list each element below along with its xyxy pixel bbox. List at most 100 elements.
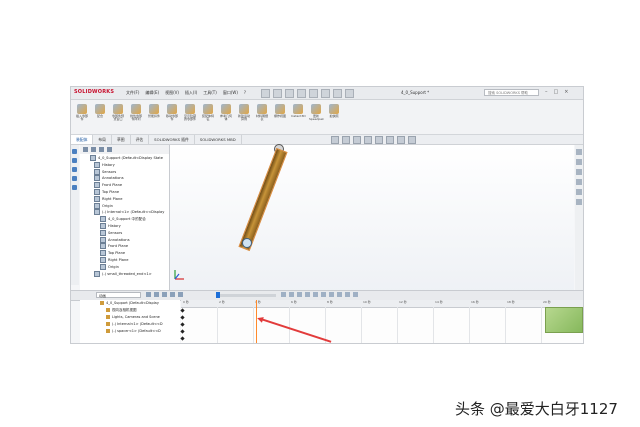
dim-xpert-icon[interactable] — [72, 176, 77, 181]
ribbon-button[interactable]: 更新Speedpak — [309, 104, 324, 122]
property-manager-icon[interactable] — [72, 158, 77, 163]
tab-addins[interactable]: SOLIDWORKS 插件 — [149, 135, 195, 144]
configuration-manager-icon[interactable] — [72, 167, 77, 172]
tab-mbd[interactable]: SOLIDWORKS MBD — [195, 135, 242, 144]
view-palette-icon[interactable] — [576, 179, 582, 185]
tree-item[interactable]: (-) Internal<1> (Default<<Display — [80, 209, 169, 216]
help-search-input[interactable]: 搜索 SOLIDWORKS 帮助 — [484, 89, 539, 96]
gravity-icon[interactable] — [337, 292, 342, 297]
solidworks-resources-icon[interactable] — [576, 149, 582, 155]
tree-item[interactable]: Origin — [80, 202, 169, 210]
zoom-to-fit-icon[interactable] — [331, 136, 339, 144]
ribbon-button[interactable]: 线性零部件阵列 — [129, 104, 143, 122]
appearance-icon[interactable] — [408, 136, 416, 144]
property-tab-icon[interactable] — [91, 147, 96, 152]
tab-evaluate[interactable]: 评估 — [131, 135, 150, 144]
tree-item-root[interactable]: 4_0_Support (Default<Display State — [80, 155, 169, 162]
menu-view[interactable]: 视图(V) — [165, 90, 179, 96]
file-explorer-icon[interactable] — [576, 169, 582, 175]
keyframe-marker[interactable] — [180, 308, 185, 313]
motion-tree-item[interactable]: (-) Internal<1> (Default<<D — [80, 321, 180, 328]
ribbon-button[interactable]: 配合 — [93, 104, 107, 118]
ribbon-button[interactable]: 插入零部件 — [75, 104, 89, 122]
custom-properties-icon[interactable] — [576, 199, 582, 205]
ribbon-button[interactable]: 拍快照 — [327, 104, 341, 118]
results-icon[interactable] — [345, 292, 350, 297]
feature-manager-icon[interactable] — [72, 149, 77, 154]
hide-show-icon[interactable] — [397, 136, 405, 144]
tab-layout[interactable]: 布局 — [93, 135, 112, 144]
save-animation-icon[interactable] — [281, 292, 286, 297]
keyframe-marker[interactable] — [180, 315, 185, 320]
ribbon-button[interactable]: 参考几何体 — [219, 104, 233, 122]
menu-tools[interactable]: 工具(T) — [203, 90, 217, 96]
tree-item[interactable]: Sensors — [80, 229, 169, 237]
tree-tab-icon[interactable] — [83, 147, 88, 152]
tree-item[interactable]: History — [80, 161, 169, 169]
select-icon[interactable] — [321, 89, 330, 98]
ribbon-button[interactable]: 零部件预览窗口 — [111, 104, 125, 122]
tab-sketch[interactable]: 草图 — [112, 135, 131, 144]
menu-edit[interactable]: 编辑(E) — [145, 90, 159, 96]
print-icon[interactable] — [297, 89, 306, 98]
minimize-icon[interactable]: – — [545, 89, 548, 95]
graphics-area[interactable] — [170, 145, 574, 295]
display-manager-icon[interactable] — [72, 185, 77, 190]
tree-item[interactable]: Right Plane — [80, 195, 169, 203]
add-key-icon[interactable] — [305, 292, 310, 297]
stop-icon[interactable] — [170, 292, 175, 297]
motion-tree-item[interactable]: Lights, Cameras and Scene — [80, 314, 180, 321]
appearances-icon[interactable] — [576, 189, 582, 195]
undo-icon[interactable] — [309, 89, 318, 98]
motion-tree-item[interactable]: 4_0_Support (Default<Display — [80, 300, 180, 307]
tree-item[interactable]: Top Plane — [80, 188, 169, 196]
time-bar[interactable] — [256, 300, 257, 343]
open-icon[interactable] — [273, 89, 282, 98]
config-tab-icon[interactable] — [99, 147, 104, 152]
ribbon-button[interactable]: Instant3D — [291, 104, 306, 118]
menu-window[interactable]: 窗口(W) — [223, 90, 238, 96]
tree-item[interactable]: Annotations — [80, 175, 169, 182]
playback-speed-icon[interactable] — [178, 292, 183, 297]
spring-icon[interactable] — [321, 292, 326, 297]
design-library-icon[interactable] — [576, 159, 582, 165]
view-orientation-icon[interactable] — [375, 136, 383, 144]
playback-slider-track[interactable] — [216, 294, 276, 297]
keyframe-marker[interactable] — [180, 336, 185, 341]
tab-assembly[interactable]: 装配体 — [71, 135, 94, 144]
tree-item[interactable]: Front Plane — [80, 243, 169, 250]
rebuild-icon[interactable] — [333, 89, 342, 98]
motion-timeline[interactable]: 0 秒 2 秒 4 秒 6 秒 8 秒 10 秒 12 秒 14 秒 16 秒 … — [180, 300, 583, 343]
play-icon[interactable] — [162, 292, 167, 297]
tree-item[interactable]: Origin — [80, 263, 169, 271]
ribbon-button[interactable]: 装配体特征 — [201, 104, 215, 122]
new-icon[interactable] — [261, 89, 270, 98]
study-type-select[interactable]: 动画 — [96, 292, 141, 298]
tree-item[interactable]: 4_0_Support 中的配合 — [80, 216, 169, 223]
ribbon-button[interactable]: 新建运动算例 — [237, 104, 251, 122]
previous-view-icon[interactable] — [353, 136, 361, 144]
zoom-area-icon[interactable] — [342, 136, 350, 144]
calculate-icon[interactable] — [146, 292, 151, 297]
ribbon-button[interactable]: 移动零部件 — [165, 104, 179, 122]
motion-tree-item[interactable]: 视向及相机视图 — [80, 307, 180, 314]
appearance-tab-icon[interactable] — [107, 147, 112, 152]
tree-item[interactable]: Front Plane — [80, 182, 169, 189]
menu-file[interactable]: 文件(F) — [126, 90, 139, 96]
ribbon-button[interactable]: 材料明细表 — [255, 104, 269, 122]
keyframe-marker[interactable] — [180, 322, 185, 327]
menu-insert[interactable]: 插入(I) — [185, 90, 197, 96]
tree-item[interactable]: Top Plane — [80, 250, 169, 257]
close-icon[interactable]: × — [564, 89, 568, 95]
options-icon[interactable] — [345, 89, 354, 98]
autokey-icon[interactable] — [297, 292, 302, 297]
keyframe-marker[interactable] — [180, 329, 185, 334]
tree-item[interactable]: Sensors — [80, 168, 169, 176]
play-from-start-icon[interactable] — [154, 292, 159, 297]
section-view-icon[interactable] — [364, 136, 372, 144]
playback-slider-handle[interactable] — [216, 292, 220, 298]
maximize-icon[interactable]: □ — [554, 89, 559, 95]
tree-item[interactable]: (-) small_threaded_end<1> — [80, 270, 169, 278]
animation-wizard-icon[interactable] — [289, 292, 294, 297]
ribbon-button[interactable]: 智能扣件 — [147, 104, 161, 118]
